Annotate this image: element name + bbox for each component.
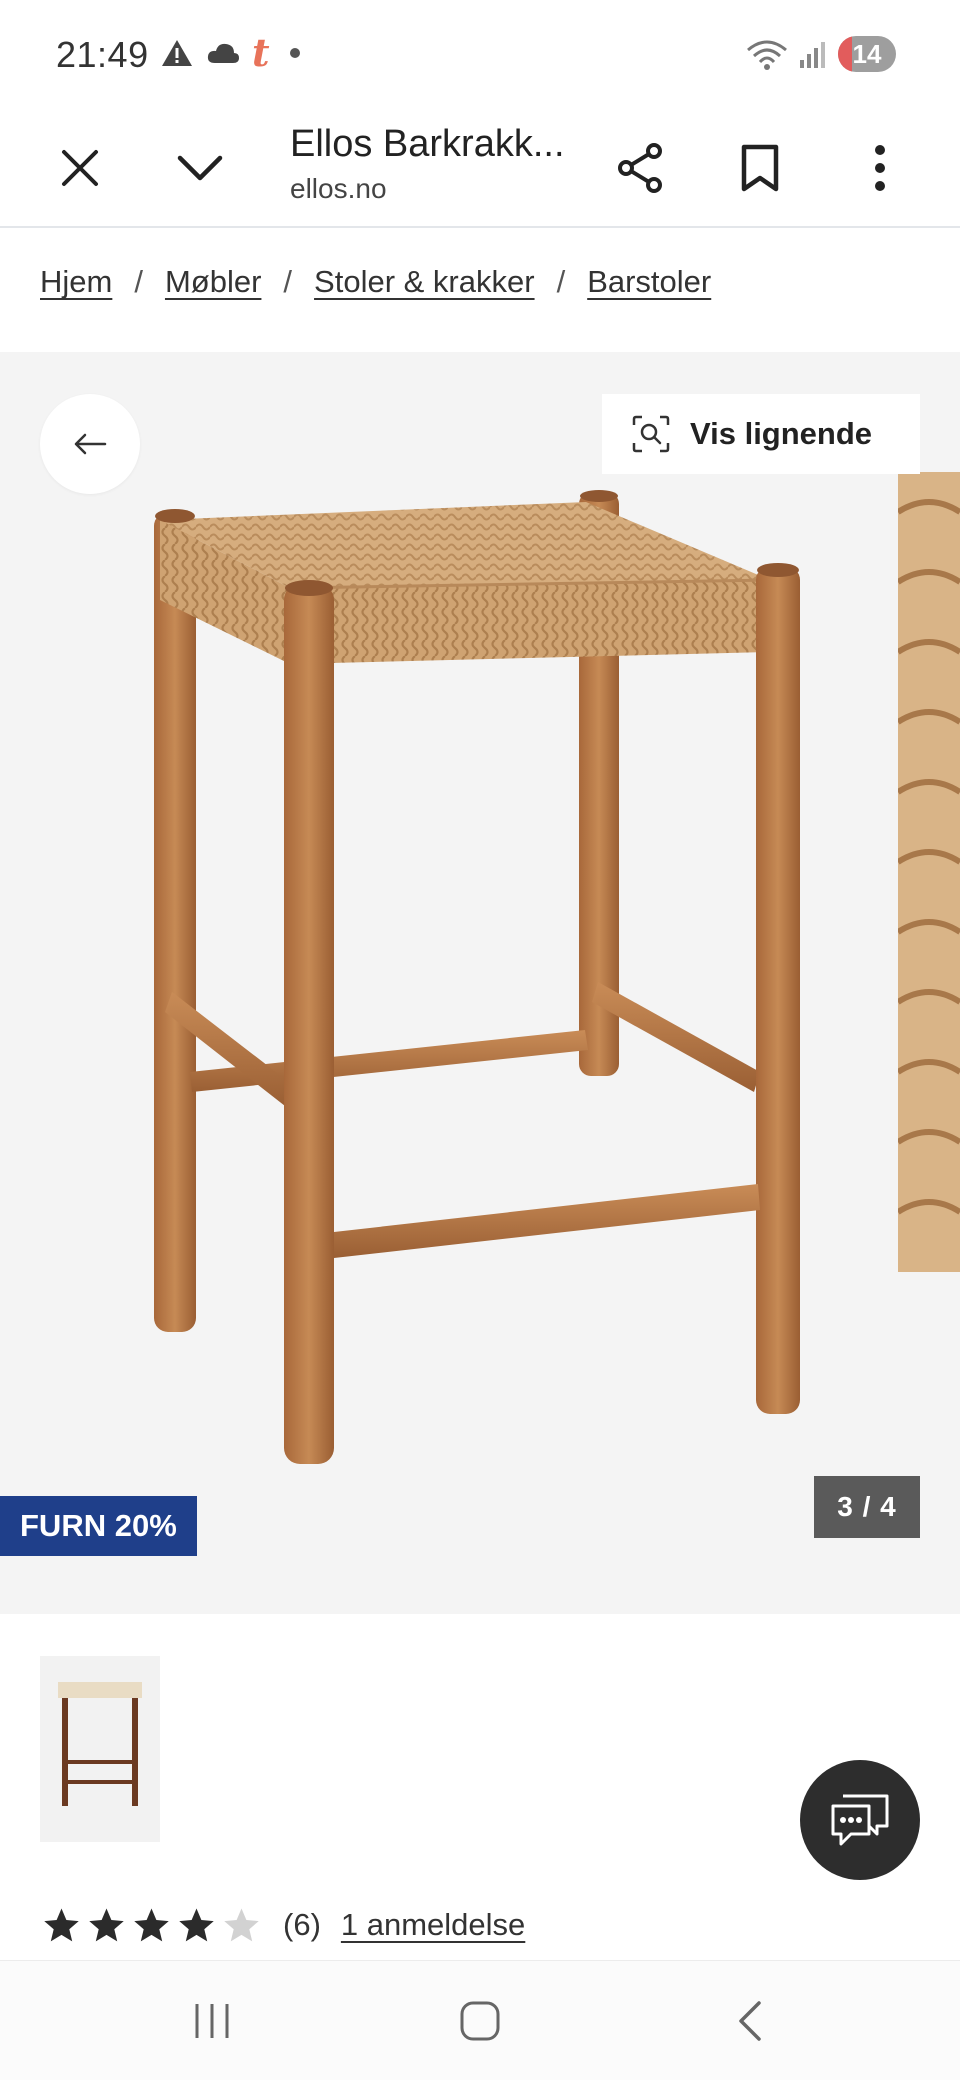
more-vert-icon <box>875 145 885 191</box>
breadcrumb-separator: / <box>556 264 566 299</box>
image-counter: 3 / 4 <box>814 1476 920 1538</box>
status-bar: 21:49 t 14 <box>0 0 960 108</box>
breadcrumb-barstoler[interactable]: Barstoler <box>587 264 711 300</box>
breadcrumb-separator: / <box>134 264 143 299</box>
visual-search-icon <box>632 415 670 453</box>
bookmark-button[interactable] <box>722 130 798 206</box>
page-title-area[interactable]: Ellos Barkrakk... ellos.no <box>290 112 580 206</box>
home-icon <box>460 2001 500 2041</box>
show-similar-button[interactable]: Vis lignende <box>602 394 920 474</box>
battery-icon: 14 <box>838 36 896 72</box>
wifi-icon <box>747 40 787 70</box>
star-filled-icon <box>179 1907 214 1941</box>
previous-image-button[interactable] <box>40 394 140 494</box>
show-similar-label: Vis lignende <box>690 416 873 451</box>
warning-icon <box>162 40 192 66</box>
reviews-link[interactable]: 1 anmeldelse <box>341 1907 525 1943</box>
tumblr-icon: t <box>252 30 270 75</box>
chevron-down-icon <box>177 155 223 181</box>
back-icon <box>739 2001 761 2041</box>
close-icon <box>62 150 98 186</box>
share-icon <box>618 143 662 193</box>
rating-count: (6) <box>283 1907 321 1942</box>
rating-stars <box>42 1906 261 1945</box>
bookmark-icon <box>741 144 779 192</box>
page-url: ellos.no <box>290 173 387 204</box>
product-gallery[interactable]: Vis lignende FURN 20% 3 / 4 <box>0 352 960 1614</box>
home-button[interactable] <box>440 1991 520 2051</box>
cloud-icon <box>207 43 239 63</box>
breadcrumb-home[interactable]: Hjem <box>40 264 112 300</box>
recents-icon <box>195 2004 229 2038</box>
back-button[interactable] <box>710 1991 790 2051</box>
promo-badge: FURN 20% <box>0 1496 197 1556</box>
recents-button[interactable] <box>172 1991 252 2051</box>
system-nav-bar <box>0 1960 960 2080</box>
arrow-left-icon <box>74 433 107 455</box>
breadcrumb: Hjem / Møbler / Stoler & krakker / Barst… <box>40 264 711 300</box>
product-image-bar-stool[interactable] <box>0 352 900 1614</box>
thumbnail-image[interactable] <box>40 1656 160 1842</box>
chat-icon <box>831 1794 889 1846</box>
collapse-button[interactable] <box>162 130 238 206</box>
next-image-peek[interactable] <box>898 472 960 1272</box>
thumbnail-stool <box>58 1682 142 1806</box>
browser-toolbar: Ellos Barkrakk... ellos.no <box>0 108 960 228</box>
status-time: 21:49 <box>56 34 149 75</box>
signal-icon <box>800 42 825 68</box>
star-filled-icon <box>44 1907 79 1941</box>
breadcrumb-separator: / <box>283 264 293 299</box>
breadcrumb-stoler-krakker[interactable]: Stoler & krakker <box>314 264 535 300</box>
share-button[interactable] <box>602 130 678 206</box>
star-filled-icon <box>89 1907 124 1941</box>
product-rating: (6) 1 anmeldelse <box>42 1898 525 1952</box>
star-filled-icon <box>134 1907 169 1941</box>
battery-level: 14 <box>852 38 882 69</box>
close-button[interactable] <box>42 130 118 206</box>
status-icons-left: t <box>160 30 300 75</box>
page-title: Ellos Barkrakk... <box>290 123 565 165</box>
breadcrumb-mobler[interactable]: Møbler <box>165 264 261 300</box>
more-button[interactable] <box>842 130 918 206</box>
chat-button[interactable] <box>800 1760 920 1880</box>
status-icons-right: 14 <box>746 36 896 72</box>
dot-icon <box>289 48 300 58</box>
star-empty-icon <box>224 1907 259 1941</box>
